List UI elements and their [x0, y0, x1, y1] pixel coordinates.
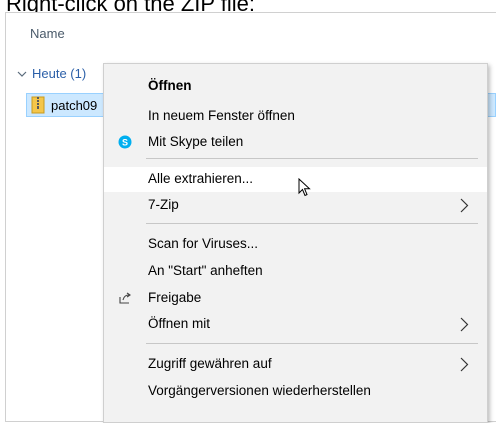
menu-item-open-new-window[interactable]: In neuem Fenster öffnen [104, 104, 487, 129]
menu-item-pin-start[interactable]: An "Start" anheften [104, 259, 487, 284]
menu-item-freigabe[interactable]: Freigabe [104, 286, 487, 311]
skype-icon: S [118, 135, 132, 149]
chevron-right-icon [460, 317, 469, 332]
file-name: patch09 [51, 97, 98, 113]
chevron-down-icon [17, 71, 27, 77]
menu-item-open-with[interactable]: Öffnen mit [104, 312, 487, 337]
menu-item-7zip[interactable]: 7-Zip [104, 193, 487, 218]
svg-text:S: S [122, 138, 128, 148]
menu-separator [146, 158, 478, 159]
menu-separator [146, 223, 478, 224]
menu-item-label: Öffnen [148, 78, 192, 93]
context-menu: Öffnen In neuem Fenster öffnen S Mit Sky… [103, 63, 488, 423]
menu-item-share-skype[interactable]: S Mit Skype teilen [104, 130, 487, 155]
menu-item-label: Vorgängerversionen wiederherstellen [148, 383, 371, 398]
menu-item-label: An "Start" anheften [148, 263, 263, 278]
menu-separator [146, 343, 478, 344]
menu-item-restore-versions[interactable]: Vorgängerversionen wiederherstellen [104, 379, 487, 404]
menu-item-extract-all[interactable]: Alle extrahieren... [104, 167, 487, 192]
menu-item-scan-viruses[interactable]: Scan for Viruses... [104, 232, 487, 257]
menu-item-label: 7-Zip [148, 197, 179, 212]
menu-item-label: In neuem Fenster öffnen [148, 108, 295, 123]
menu-item-label: Freigabe [148, 290, 202, 305]
menu-item-label: Alle extrahieren... [148, 171, 254, 186]
menu-item-grant-access[interactable]: Zugriff gewähren auf [104, 352, 487, 377]
name-column-header[interactable]: Name [30, 26, 65, 41]
chevron-right-icon [460, 357, 469, 372]
share-icon [119, 292, 131, 304]
group-label: Heute (1) [32, 66, 87, 81]
menu-item-label: Mit Skype teilen [148, 134, 244, 149]
menu-item-label: Scan for Viruses... [148, 236, 259, 251]
group-heute[interactable]: Heute (1) [16, 66, 86, 81]
mouse-cursor-icon [298, 178, 311, 197]
menu-item-label: Öffnen mit [148, 316, 211, 331]
menu-item-oeffnen[interactable]: Öffnen [104, 74, 487, 99]
chevron-right-icon [460, 198, 469, 213]
menu-item-label: Zugriff gewähren auf [148, 356, 272, 371]
zip-folder-icon [31, 96, 45, 114]
